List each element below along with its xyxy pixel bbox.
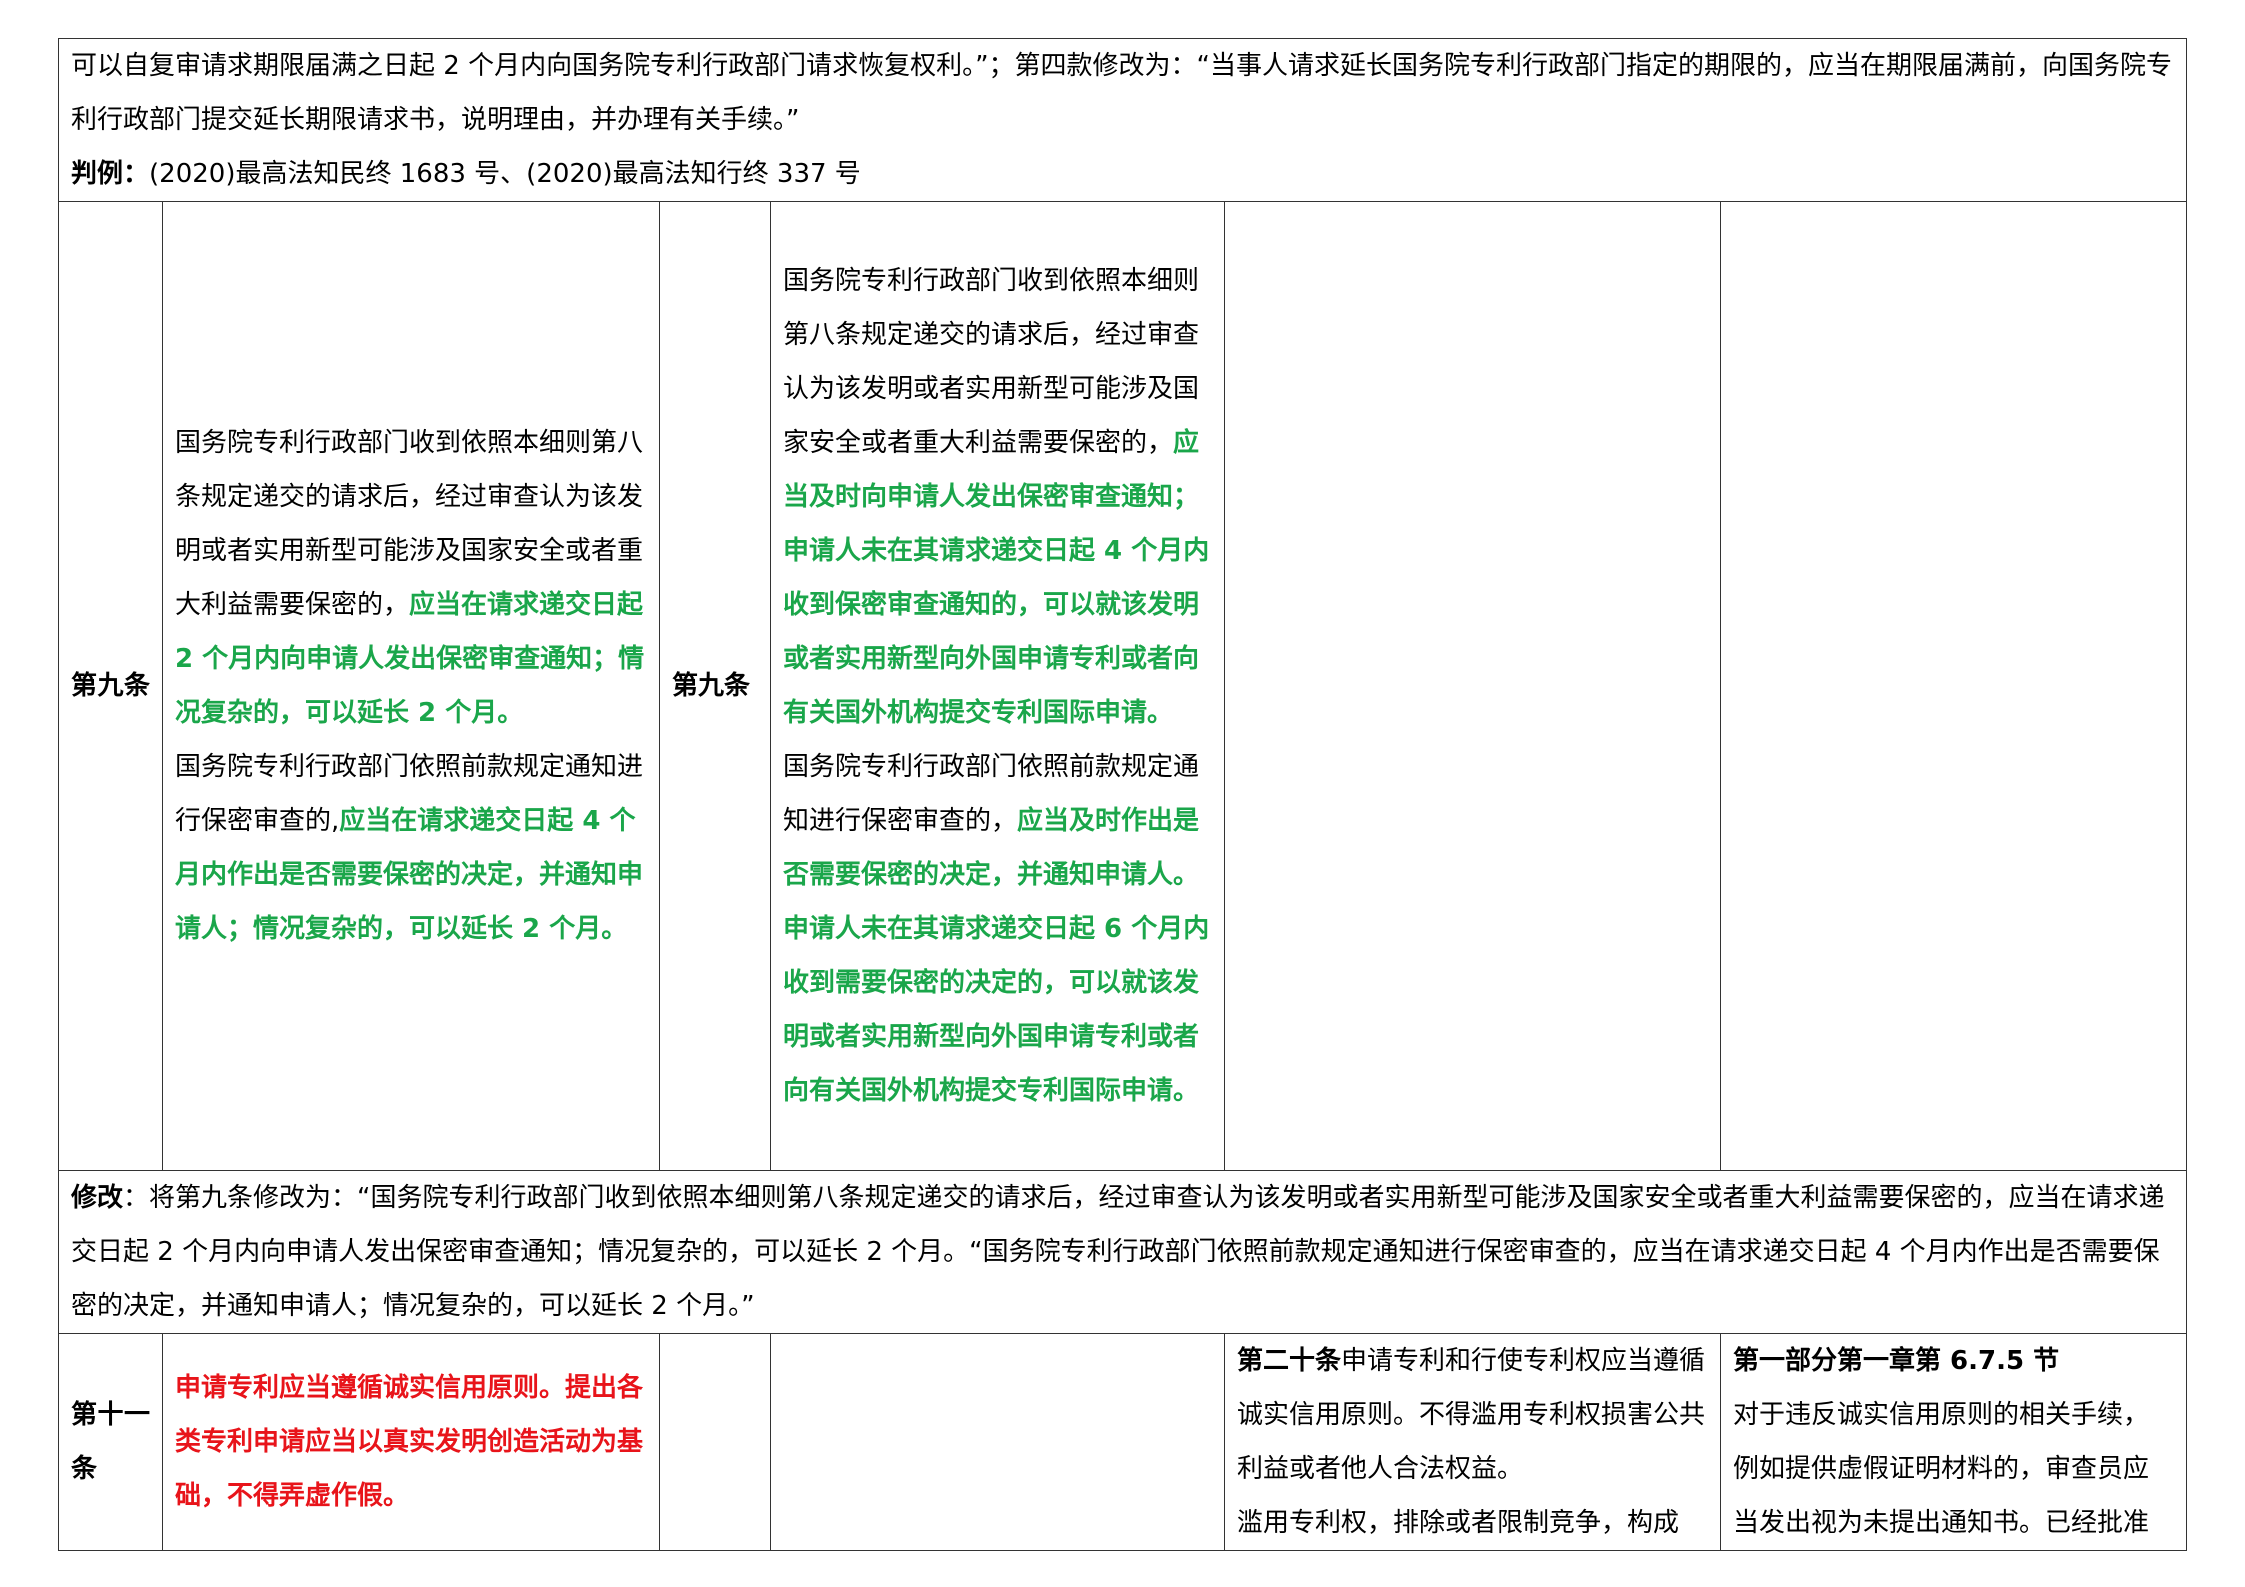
article11-row: 第十一条 申请专利应当遵循诚实信用原则。提出各类专利申请应当以真实发明创造活动为… [58, 1333, 2188, 1551]
article11-guide-text: 第一部分第一章第 6.7.5 节 对于违反诚实信用原则的相关手续，例如提供虚假证… [1719, 1333, 2188, 1551]
modify-row: 修改：将第九条修改为：“国务院专利行政部门收到依照本细则第八条规定递交的请求后，… [57, 1170, 2188, 1334]
article11-new-label-empty [659, 1333, 771, 1551]
case-label: 判例 [71, 159, 124, 189]
article9-old-text: 国务院专利行政部门收到依照本细则第八条规定递交的请求后，经过审查认为该发明或者实… [162, 201, 660, 1171]
article11-label: 第十一条 [58, 1333, 163, 1551]
modify-label: 修改 [71, 1183, 124, 1213]
article9-new-text: 国务院专利行政部门收到依照本细则第八条规定递交的请求后，经过审查认为该发明或者实… [770, 201, 1225, 1171]
article9-new-label: 第九条 [659, 201, 771, 1171]
modify-text: 将第九条修改为：“国务院专利行政部门收到依照本细则第八条规定递交的请求后，经过审… [71, 1183, 2165, 1321]
top-row: 可以自复审请求期限届满之日起 2 个月内向国务院专利行政部门请求恢复权利。”；第… [57, 38, 2188, 202]
article11-law-text: 第二十条申请专利和行使专利权应当遵循诚实信用原则。不得滥用专利权损害公共利益或者… [1224, 1333, 1721, 1551]
modify-row-cell: 修改：将第九条修改为：“国务院专利行政部门收到依照本细则第八条规定递交的请求后，… [57, 1170, 2188, 1334]
comparison-table: 可以自复审请求期限届满之日起 2 个月内向国务院专利行政部门请求恢复权利。”；第… [57, 38, 2188, 1551]
case-text: (2020)最高法知民终 1683 号、(2020)最高法知行终 337 号 [149, 159, 861, 189]
article9-label: 第九条 [58, 201, 163, 1171]
article9-guide-empty [1719, 201, 2188, 1171]
case-line: 判例：(2020)最高法知民终 1683 号、(2020)最高法知行终 337 … [71, 159, 861, 189]
article9-row: 第九条 国务院专利行政部门收到依照本细则第八条规定递交的请求后，经过审查认为该发… [58, 201, 2188, 1171]
article11-old-text: 申请专利应当遵循诚实信用原则。提出各类专利申请应当以真实发明创造活动为基础，不得… [162, 1333, 660, 1551]
article11-new-text-empty [770, 1333, 1225, 1551]
top-row-cell: 可以自复审请求期限届满之日起 2 个月内向国务院专利行政部门请求恢复权利。”；第… [57, 38, 2188, 202]
top-row-text: 可以自复审请求期限届满之日起 2 个月内向国务院专利行政部门请求恢复权利。”；第… [71, 51, 2173, 135]
article9-law-empty [1224, 201, 1721, 1171]
